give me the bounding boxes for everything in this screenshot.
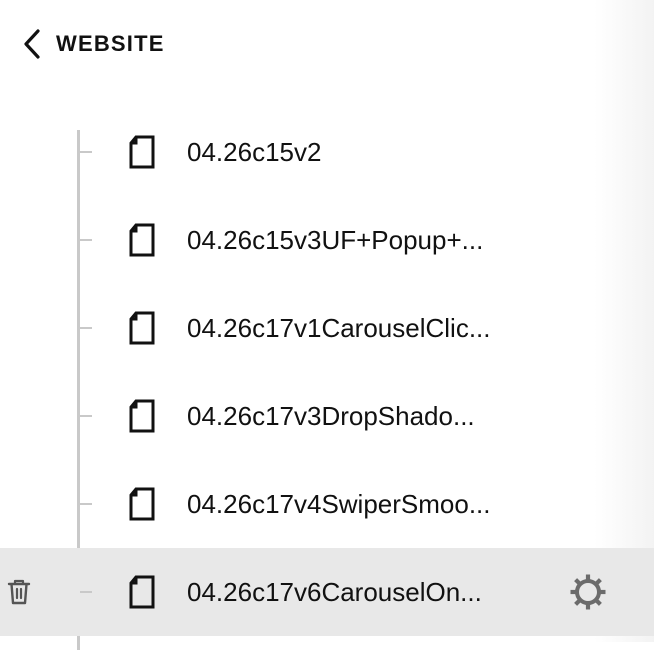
page-label: 04.26c17v6CarouselOn...	[187, 577, 482, 607]
tree-connector	[80, 503, 92, 505]
page-item[interactable]: 04.26c17v3DropShado...	[0, 372, 654, 460]
page-icon	[129, 575, 155, 609]
page-icon	[129, 223, 155, 257]
tree-connector	[80, 151, 92, 153]
page-label: 04.26c15v2	[187, 137, 322, 167]
page-label: 04.26c17v3DropShado...	[187, 401, 475, 431]
tree-connector	[80, 415, 92, 417]
page-label: 04.26c15v3UF+Popup+...	[187, 225, 484, 255]
tree-connector	[80, 239, 92, 241]
page-item[interactable]: 04.26c17v4SwiperSmoo...	[0, 460, 654, 548]
page-label: 04.26c17v1CarouselClic...	[187, 313, 491, 343]
chevron-left-icon	[24, 29, 40, 59]
page-label: 04.26c17v4SwiperSmoo...	[187, 489, 491, 519]
tree-connector	[80, 327, 92, 329]
back-to-website-button[interactable]: WEBSITE	[18, 26, 165, 62]
page-item-selected[interactable]: 04.26c17v6CarouselOn...	[0, 548, 654, 636]
page-icon	[129, 311, 155, 345]
page-item[interactable]: 04.26c15v3UF+Popup+...	[0, 196, 654, 284]
back-label: WEBSITE	[56, 31, 165, 56]
page-icon	[129, 135, 155, 169]
tree-connector	[80, 591, 92, 593]
page-item[interactable]: 04.26c17v1CarouselClic...	[0, 284, 654, 372]
page-icon	[129, 399, 155, 433]
gear-icon[interactable]	[568, 572, 608, 612]
page-icon	[129, 487, 155, 521]
page-item[interactable]: 04.26c15v2	[0, 108, 654, 196]
trash-icon[interactable]	[6, 578, 32, 606]
